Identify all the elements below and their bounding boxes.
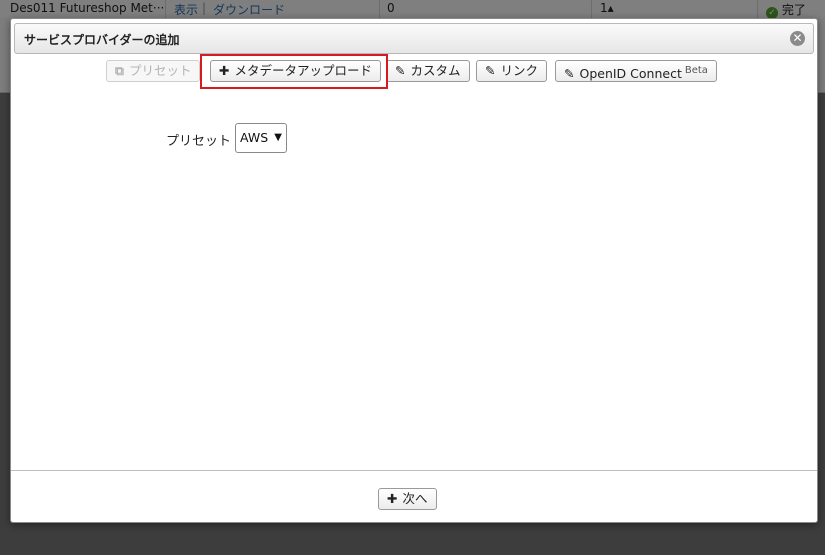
- plus-icon: ✚: [387, 491, 398, 506]
- openid-connect-button[interactable]: ✎ OpenID Connect Beta: [555, 60, 717, 82]
- close-icon[interactable]: ✕: [790, 31, 805, 46]
- dialog-title: サービスプロバイダーの追加: [24, 33, 180, 47]
- preset-select[interactable]: AWS ▼: [235, 123, 287, 153]
- preset-select-value: AWS: [240, 130, 269, 145]
- dialog-header: サービスプロバイダーの追加 ✕: [14, 23, 814, 54]
- custom-button[interactable]: ✎ カスタム: [386, 60, 470, 82]
- preset-tab-button[interactable]: ⧉ プリセット: [106, 60, 201, 82]
- next-label: 次へ: [402, 491, 428, 506]
- copy-icon: ⧉: [115, 63, 124, 78]
- plus-icon: ✚: [219, 63, 230, 78]
- openid-label: OpenID Connect: [579, 66, 682, 81]
- preset-field-label: プリセット: [166, 134, 232, 149]
- pencil-icon: ✎: [485, 63, 496, 78]
- beta-badge: Beta: [684, 65, 708, 76]
- chevron-down-icon: ▼: [274, 132, 282, 143]
- pencil-icon: ✎: [564, 66, 575, 81]
- custom-label: カスタム: [410, 63, 461, 78]
- metadata-upload-label: メタデータアップロード: [234, 63, 372, 78]
- pencil-icon: ✎: [395, 63, 406, 78]
- preset-tab-label: プリセット: [128, 63, 192, 78]
- metadata-upload-button[interactable]: ✚ メタデータアップロード: [210, 60, 381, 82]
- link-label: リンク: [500, 63, 538, 78]
- next-button[interactable]: ✚ 次へ: [378, 488, 437, 510]
- footer-divider: [11, 470, 817, 471]
- link-button[interactable]: ✎ リンク: [476, 60, 547, 82]
- add-service-provider-dialog: サービスプロバイダーの追加 ✕ ⧉ プリセット ✚ メタデータアップロード ✎ カスタ…: [10, 18, 818, 523]
